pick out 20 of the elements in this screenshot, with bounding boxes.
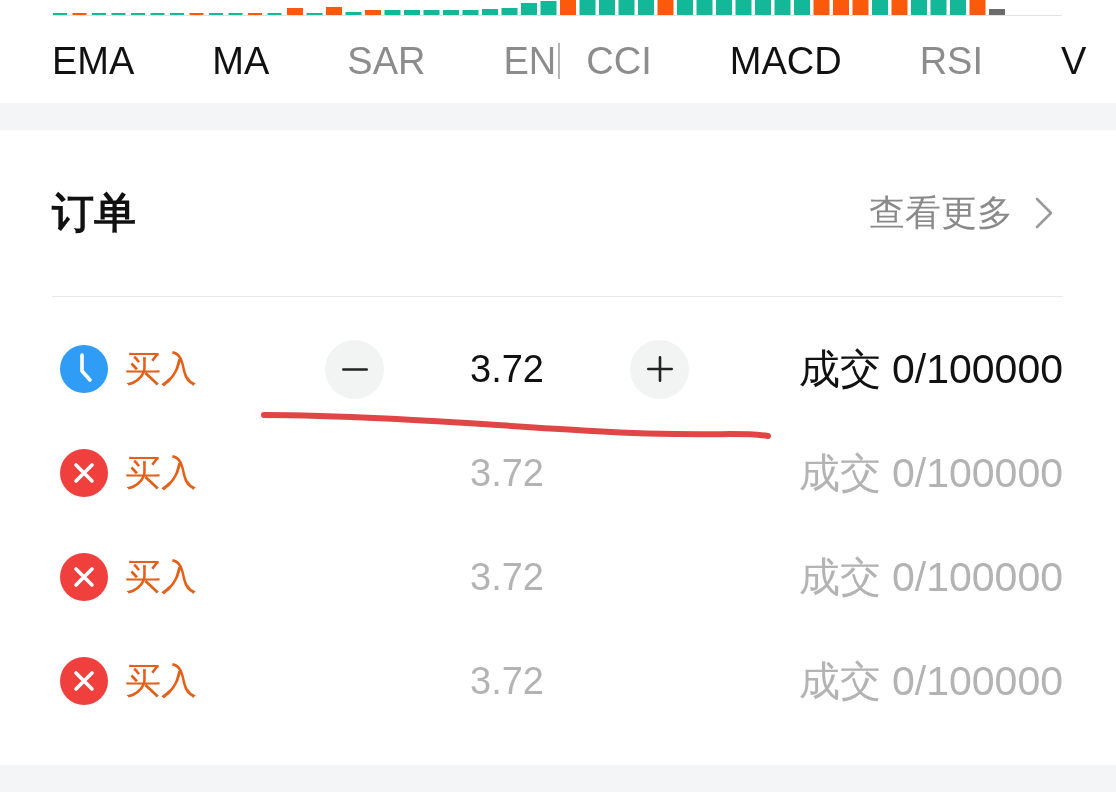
order-side: 买入 bbox=[125, 351, 197, 387]
chevron-right-icon[interactable] bbox=[1035, 197, 1053, 229]
filled-quantity: 成交 0/100000 bbox=[798, 660, 1063, 702]
price-value[interactable]: 3.72 bbox=[470, 350, 544, 388]
filled-quantity: 成交 0/100000 bbox=[798, 348, 1063, 390]
filled-quantity: 成交 0/100000 bbox=[798, 452, 1063, 494]
minus-icon bbox=[341, 367, 368, 371]
filled-quantity: 成交 0/100000 bbox=[798, 556, 1063, 598]
order-side: 买入 bbox=[125, 455, 197, 491]
indicator-tab[interactable]: MA bbox=[212, 41, 270, 80]
indicator-tab[interactable]: MACD bbox=[729, 41, 842, 80]
order-price: 3.72 bbox=[470, 662, 544, 700]
section-title: 订单 bbox=[52, 192, 136, 234]
order-price: 3.72 bbox=[470, 454, 544, 492]
order-price: 3.72 bbox=[470, 558, 544, 596]
order-side: 买入 bbox=[125, 559, 197, 595]
indicator-tab[interactable]: V bbox=[1061, 41, 1087, 80]
plus-icon bbox=[646, 356, 673, 382]
indicator-tab[interactable]: EMA bbox=[52, 41, 135, 80]
order-side: 买入 bbox=[125, 663, 197, 699]
